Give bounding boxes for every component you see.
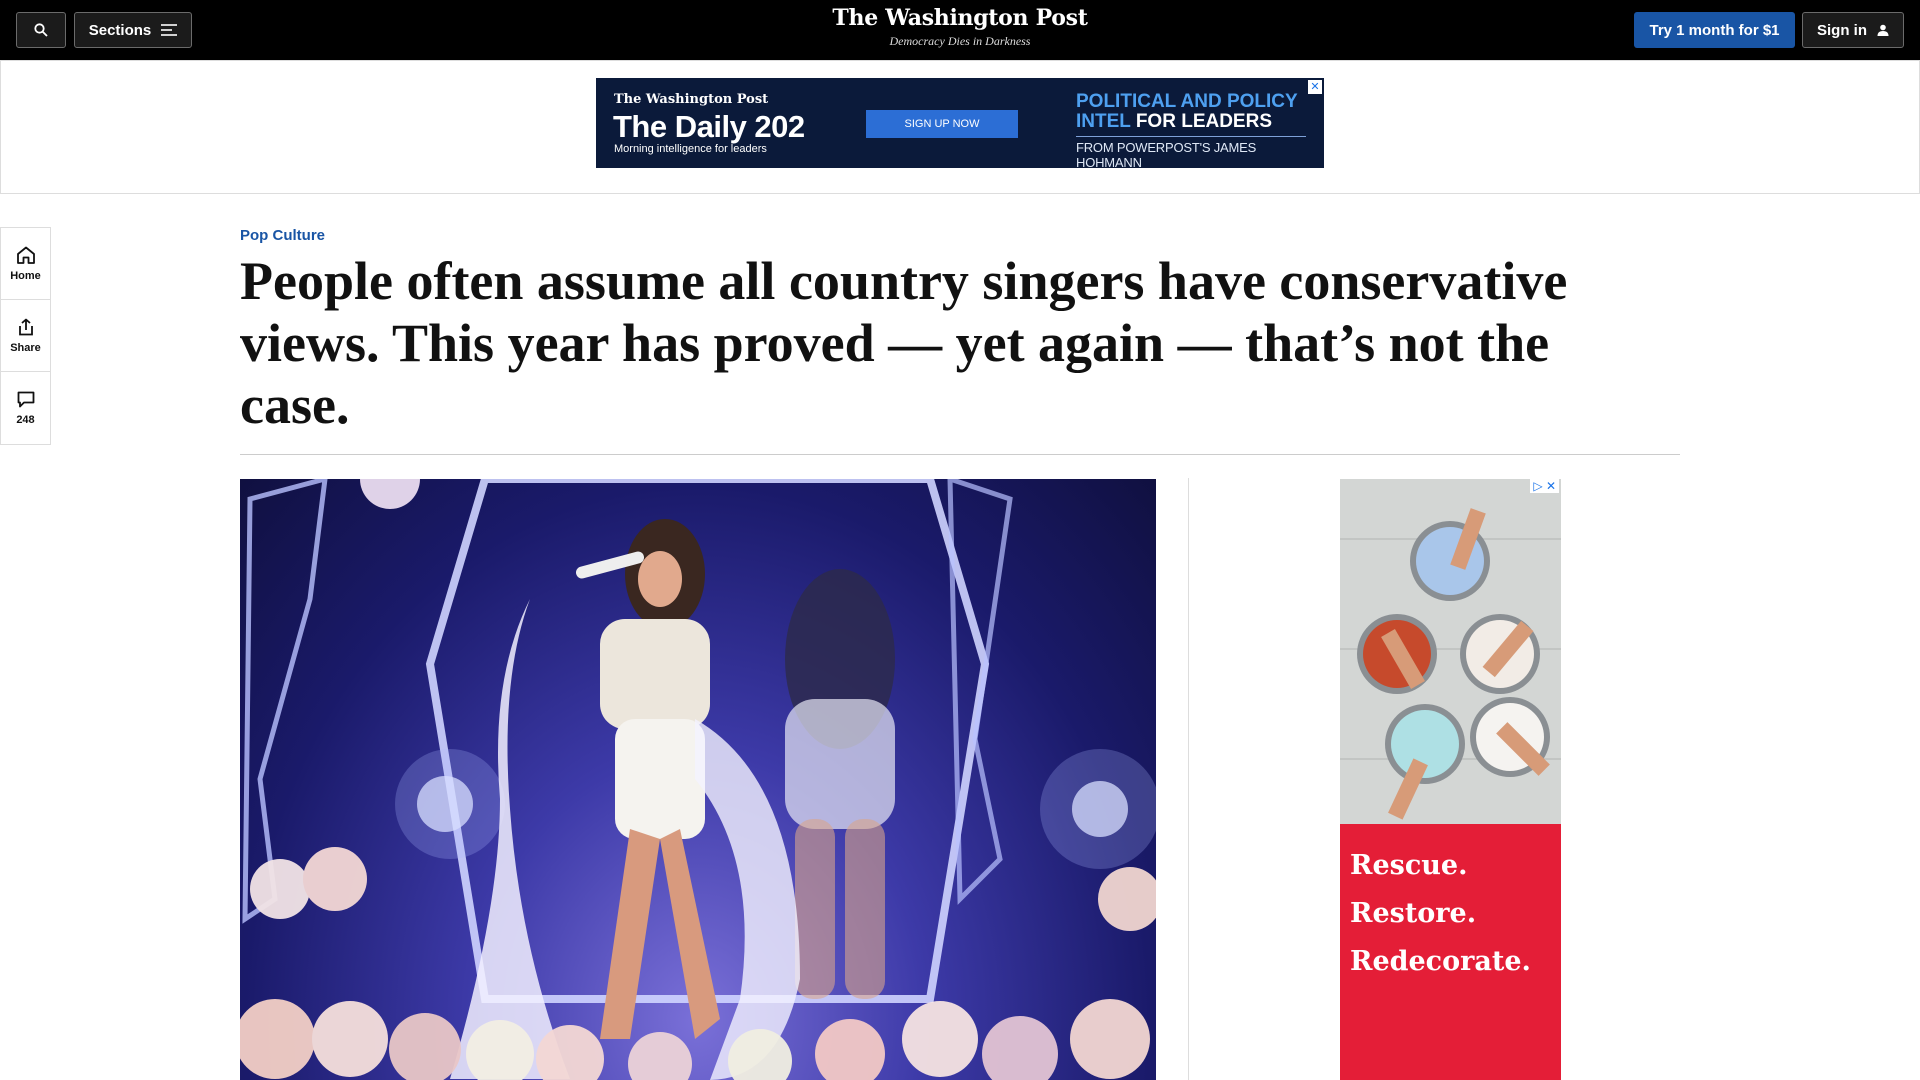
rail-comments-button[interactable]: 248 [1, 372, 50, 444]
daily-202-ad[interactable]: ✕ The Washington Post The Daily 202 Morn… [596, 78, 1324, 170]
sign-in-label: Sign in [1817, 21, 1867, 39]
paint-cans-illustration [1340, 479, 1561, 824]
ad-line-rescue: Rescue. [1350, 850, 1468, 881]
adchoices-icon[interactable]: ▷ ✕ [1530, 479, 1559, 493]
rail-share-button[interactable]: Share [1, 300, 50, 372]
article-headline: People often assume all country singers … [240, 251, 1568, 435]
ad-title: The Daily 202 [613, 109, 805, 144]
ad-brand: The Washington Post [614, 92, 769, 107]
home-icon [16, 246, 35, 264]
sign-in-button[interactable]: Sign in [1802, 12, 1904, 48]
paint-ad-copy: Rescue. Restore. Redecorate. [1340, 824, 1561, 1080]
ad-headline: POLITICAL AND POLICY INTEL FOR LEADERS [1076, 92, 1324, 132]
rail-home-button[interactable]: Home [1, 228, 50, 300]
rail-home-label: Home [10, 269, 41, 282]
site-logo[interactable]: The Washington Post Democracy Dies in Da… [0, 5, 1920, 49]
share-icon [18, 318, 33, 335]
lead-photo[interactable] [240, 479, 1156, 1080]
ad-from: FROM POWERPOST'S JAMES HOHMANN [1076, 140, 1257, 170]
concert-stage-image [240, 479, 1156, 1080]
ad-subtitle: Morning intelligence for leaders [614, 143, 767, 155]
comment-icon [17, 391, 34, 407]
logo-tagline: Democracy Dies in Darkness [889, 34, 1031, 48]
ad-divider [1076, 136, 1306, 137]
rail-comments-count: 248 [16, 413, 35, 426]
column-divider [1188, 478, 1189, 1080]
subscribe-button[interactable]: Try 1 month for $1 [1634, 12, 1795, 48]
top-nav-bar: Sections The Washington Post Democracy D… [0, 0, 1920, 60]
ad-line-restore: Restore. [1350, 898, 1477, 929]
paint-ad[interactable]: ▷ ✕ Rescue. Restore. Redecorate. [1340, 479, 1561, 1080]
ad-headline-white: FOR LEADERS [1135, 111, 1273, 132]
left-rail: Home Share 248 [0, 227, 51, 445]
article-kicker[interactable]: Pop Culture [240, 227, 325, 244]
rail-share-label: Share [10, 341, 41, 354]
ad-line-redecorate: Redecorate. [1350, 946, 1531, 977]
headline-divider [240, 454, 1680, 455]
user-icon [1877, 24, 1889, 36]
paint-cans-image: ▷ ✕ [1340, 479, 1561, 824]
logo-wordmark: The Washington Post [832, 5, 1088, 31]
ad-signup-button[interactable]: SIGN UP NOW [866, 110, 1018, 138]
